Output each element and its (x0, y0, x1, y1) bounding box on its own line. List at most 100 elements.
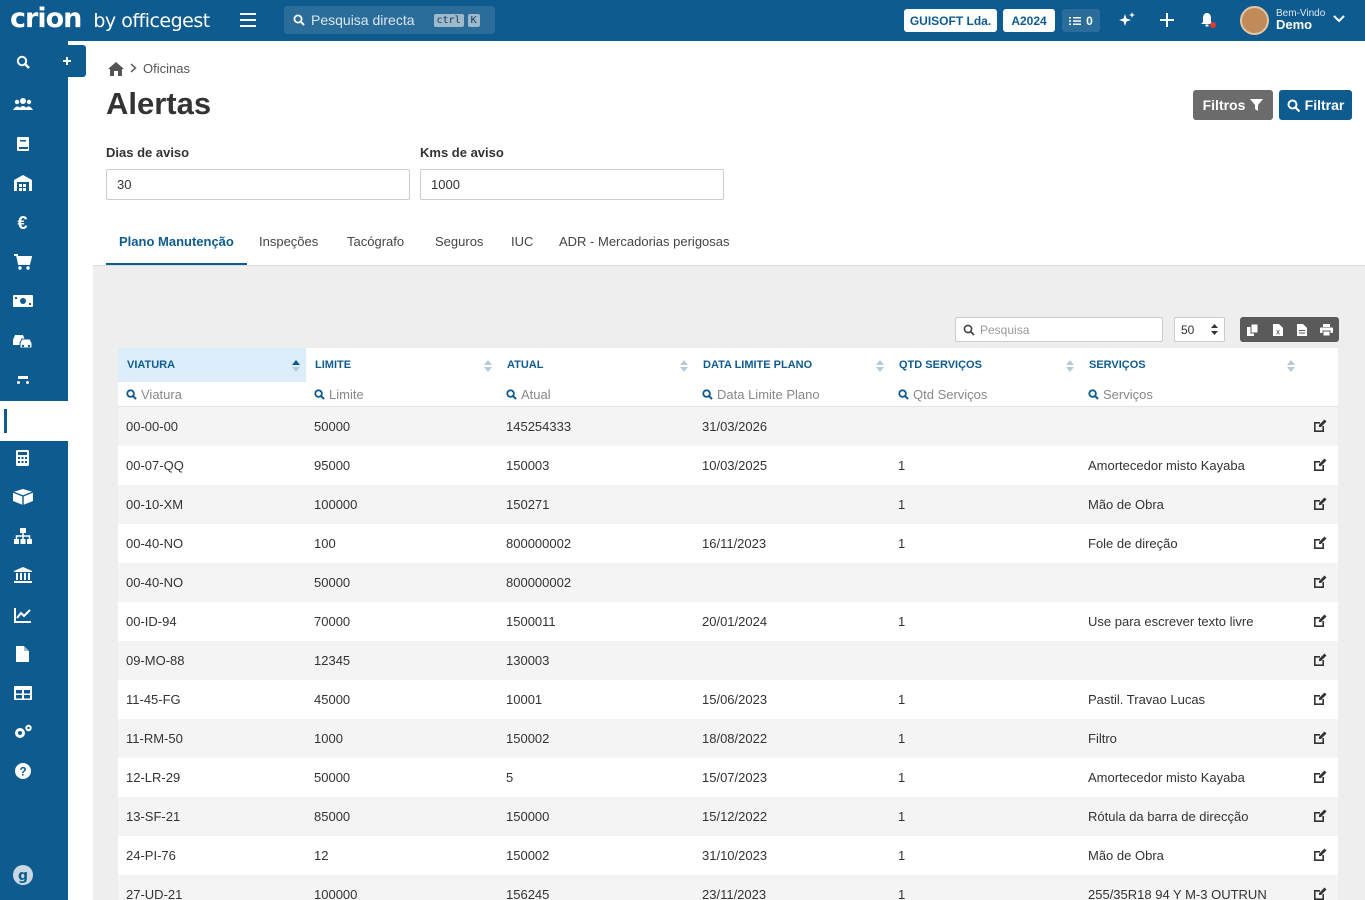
sidebar-collapse-button[interactable] (57, 45, 86, 77)
filter-servicos-input[interactable]: Serviços (1088, 387, 1153, 402)
filters-toggle-button[interactable]: Filtros (1193, 90, 1273, 120)
tab-adr[interactable]: ADR - Mercadorias perigosas (559, 234, 730, 249)
sort-icon[interactable] (876, 360, 884, 372)
table-search-input[interactable]: Pesquisa (955, 317, 1163, 342)
sidebar-car-icon[interactable] (0, 361, 45, 399)
dias-aviso-input[interactable]: 30 (106, 169, 410, 200)
sidebar-help-icon[interactable]: ? (0, 752, 45, 790)
chevron-down-icon[interactable] (1333, 14, 1345, 24)
sidebar-warehouse-icon[interactable] (0, 164, 45, 202)
copy-button[interactable] (1240, 317, 1265, 342)
sidebar-plus-icon[interactable] (0, 400, 45, 438)
edit-icon[interactable] (1313, 536, 1327, 550)
column-atual[interactable]: ATUAL (498, 348, 694, 382)
table-row[interactable]: 00-40-NO 50000 800000002 (118, 563, 1338, 602)
sidebar-box-icon[interactable] (0, 478, 45, 516)
sidebar-bank-icon[interactable] (0, 556, 45, 594)
tasks-button[interactable]: 0 (1062, 9, 1100, 32)
column-qtd-servicos[interactable]: QTD SERVIÇOS (890, 348, 1080, 382)
sidebar-file-icon[interactable] (0, 635, 45, 673)
add-icon[interactable] (1157, 10, 1177, 30)
sidebar-euro-icon[interactable]: € (0, 204, 45, 242)
column-data-limite[interactable]: DATA LIMITE PLANO (694, 348, 890, 382)
table-row[interactable]: 00-40-NO 100 800000002 16/11/2023 1 Fole de d… (118, 524, 1338, 563)
column-viatura[interactable]: VIATURA (118, 348, 306, 382)
edit-icon[interactable] (1313, 887, 1327, 900)
year-selector[interactable]: A2024 (1003, 9, 1055, 32)
sidebar-cart-icon[interactable] (0, 243, 45, 281)
tab-tacografo[interactable]: Tacógrafo (347, 234, 404, 249)
page-size-select[interactable]: 50 (1174, 317, 1225, 342)
search-icon (702, 389, 713, 400)
filter-limite-input[interactable]: Limite (314, 387, 364, 402)
table-row[interactable]: 09-MO-88 12345 130003 (118, 641, 1338, 680)
sort-icon[interactable] (1066, 360, 1074, 372)
sidebar-chart-icon[interactable] (0, 596, 45, 634)
table-row[interactable]: 12-LR-29 50000 5 15/07/2023 1 Amortecedor mis… (118, 758, 1338, 797)
tab-iuc[interactable]: IUC (511, 234, 533, 249)
sidebar-table-icon[interactable] (0, 674, 45, 712)
edit-icon[interactable] (1313, 497, 1327, 511)
sidebar-users-icon[interactable] (0, 85, 45, 123)
edit-icon[interactable] (1313, 770, 1327, 784)
table-row[interactable]: 11-RM-50 1000 150002 18/08/2022 1 Filtro (118, 719, 1338, 758)
edit-icon[interactable] (1313, 458, 1327, 472)
sort-icon[interactable] (680, 360, 688, 372)
global-search-input[interactable]: Pesquisa directa ctrl K (284, 6, 495, 34)
bell-icon[interactable] (1198, 10, 1218, 30)
table-row[interactable]: 00-10-XM 100000 150271 1 Mão de Obra (118, 485, 1338, 524)
table-row[interactable]: 00-00-00 50000 145254333 31/03/2026 (118, 407, 1338, 446)
excel-button[interactable]: X (1265, 317, 1290, 342)
print-button[interactable] (1314, 317, 1339, 342)
column-limite[interactable]: LIMITE (306, 348, 498, 382)
sort-icon[interactable] (1287, 360, 1295, 372)
edit-icon[interactable] (1313, 848, 1327, 862)
cell-qtd-servicos: 1 (898, 848, 906, 863)
filter-viatura-input[interactable]: Viatura (126, 387, 182, 402)
pdf-button[interactable] (1289, 317, 1314, 342)
tab-seguros[interactable]: Seguros (435, 234, 483, 249)
sidebar-brand-icon[interactable]: g (0, 856, 45, 894)
table-row[interactable]: 24-PI-76 12 150002 31/10/2023 1 Mão de Obra (118, 836, 1338, 875)
sidebar-cars-icon[interactable] (0, 322, 45, 360)
sort-icon[interactable] (484, 360, 492, 372)
sidebar-search-icon[interactable] (0, 43, 45, 81)
edit-icon[interactable] (1313, 575, 1327, 589)
sort-asc-icon[interactable] (292, 360, 300, 372)
edit-icon[interactable] (1313, 614, 1327, 628)
ai-sparkle-icon[interactable] (1117, 10, 1137, 30)
breadcrumb-current[interactable]: Oficinas (143, 61, 190, 76)
sidebar-book-icon[interactable] (0, 125, 45, 163)
edit-icon[interactable] (1313, 653, 1327, 667)
edit-icon[interactable] (1313, 731, 1327, 745)
table-row[interactable]: 27-UD-21 100000 156245 23/11/2023 1 255/35R18… (118, 875, 1338, 900)
menu-toggle-icon[interactable] (240, 13, 256, 27)
filter-atual-input[interactable]: Atual (506, 387, 551, 402)
sidebar-money-icon[interactable] (0, 282, 45, 320)
filter-data-limite-input[interactable]: Data Limite Plano (702, 387, 820, 402)
filter-button[interactable]: Filtrar (1279, 90, 1352, 120)
table-row[interactable]: 13-SF-21 85000 150000 15/12/2022 1 Rótula da … (118, 797, 1338, 836)
company-selector[interactable]: GUISOFT Lda. (904, 9, 997, 32)
table-row[interactable]: 11-45-FG 45000 10001 15/06/2023 1 Pastil. Tra… (118, 680, 1338, 719)
filter-qtd-servicos-input[interactable]: Qtd Serviços (898, 387, 987, 402)
sidebar-cogs-icon[interactable] (0, 713, 45, 751)
edit-icon[interactable] (1313, 809, 1327, 823)
column-servicos[interactable]: SERVIÇOS (1080, 348, 1300, 382)
cell-atual: 150003 (506, 458, 550, 473)
sidebar-calculator-icon[interactable] (0, 439, 45, 477)
kms-aviso-input[interactable]: 1000 (420, 169, 724, 200)
tab-inspecoes[interactable]: Inspeções (259, 234, 318, 249)
user-menu[interactable]: Bem-Vindo Demo (1276, 8, 1325, 31)
table-row[interactable]: 00-ID-94 70000 1500011 20/01/2024 1 Use para … (118, 602, 1338, 641)
app-logo[interactable]: crion by officegest (10, 4, 210, 36)
cell-data-limite: 18/08/2022 (702, 731, 768, 746)
sidebar-sitemap-icon[interactable] (0, 517, 45, 555)
edit-icon[interactable] (1313, 692, 1327, 706)
table-row[interactable]: 00-07-QQ 95000 150003 10/03/2025 1 Amortecedo… (118, 446, 1338, 485)
shortcut-k: K (467, 13, 480, 27)
edit-icon[interactable] (1313, 419, 1327, 433)
home-icon[interactable] (108, 61, 124, 76)
avatar[interactable] (1240, 6, 1269, 35)
tab-plano-manutencao[interactable]: Plano Manutenção (119, 234, 234, 249)
